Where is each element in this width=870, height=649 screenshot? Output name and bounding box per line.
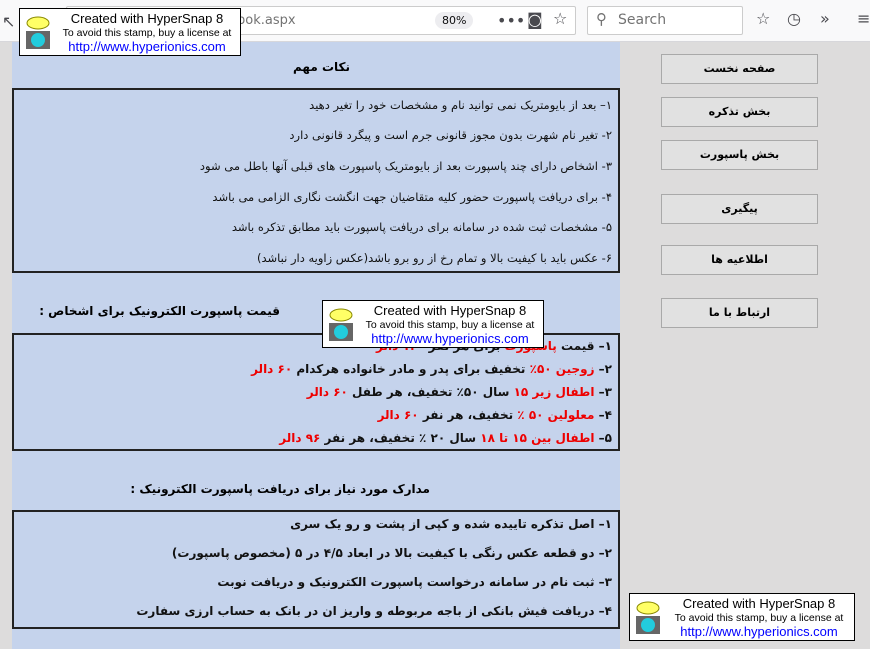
price-text: تخفیف، هر نفر	[418, 408, 518, 422]
menu-icon[interactable]: ≡	[857, 9, 870, 28]
camera-icon	[329, 308, 353, 341]
stamp-line2: To avoid this stamp, buy a license at	[365, 319, 535, 331]
stamp-link[interactable]: http://www.hyperionics.com	[666, 624, 852, 639]
pocket-icon[interactable]: ◙	[527, 10, 543, 29]
price-text: ۵–	[594, 431, 612, 445]
nav-home-button[interactable]: صفحه نخست	[661, 54, 818, 84]
overflow-icon[interactable]: »	[820, 9, 830, 28]
hypersnap-stamp: Created with HyperSnap 8 To avoid this s…	[322, 300, 544, 348]
nav-passport-button[interactable]: بخش پاسپورت	[661, 140, 818, 170]
nav-contact-button[interactable]: ارتباط با ما	[661, 298, 818, 328]
stamp-line2: To avoid this stamp, buy a license at	[62, 27, 232, 39]
stamp-link[interactable]: http://www.hyperionics.com	[56, 39, 238, 54]
document-item: ۱– اصل تذکره تاییده شده و کپی از پشت و ر…	[290, 517, 612, 531]
star-icon[interactable]: ☆	[553, 9, 567, 28]
hypersnap-stamp: Created with HyperSnap 8 To avoid this s…	[629, 593, 855, 641]
price-text: ۲–	[594, 362, 612, 376]
section1-title: نکات مهم	[293, 60, 350, 74]
price-highlight: زوجین ۵۰٪	[529, 362, 595, 376]
library-icon[interactable]: ☆	[756, 9, 770, 28]
hypersnap-stamp: Created with HyperSnap 8 To avoid this s…	[19, 8, 241, 56]
search-icon: ⚲	[596, 10, 607, 28]
price-highlight: ۶۰ دالر	[377, 408, 419, 422]
price-text: سال ۲۰ ٪ تخفیف، هر نفر	[320, 431, 481, 445]
stamp-line1: Created with HyperSnap 8	[70, 11, 224, 26]
price-text: ۴–	[594, 408, 612, 422]
price-highlight: ۹۶ دالر	[279, 431, 321, 445]
zoom-level[interactable]: 80%	[435, 12, 474, 29]
documents-box: ۱– اصل تذکره تاییده شده و کپی از پشت و ر…	[12, 510, 620, 629]
search-input[interactable]: ⚲ Search	[587, 6, 743, 35]
note-item: ۳- اشخاص دارای چند پاسپورت بعد از بایومت…	[199, 159, 612, 173]
stamp-link[interactable]: http://www.hyperionics.com	[359, 331, 541, 346]
price-text: تخفیف برای پدر و مادر خانواده هرکدام	[292, 362, 530, 376]
price-item: ۵– اطفال بین ۱۵ تا ۱۸ سال ۲۰ ٪ تخفیف، هر…	[279, 431, 612, 445]
stamp-line2: To avoid this stamp, buy a license at	[674, 612, 844, 624]
document-item: ۴– دریافت فیش بانکی از باجه مربوطه و وار…	[136, 604, 612, 618]
url-text: pok.aspx	[237, 13, 296, 28]
note-item: ۴- برای دریافت پاسپورت حضور کلیه متقاضیا…	[212, 190, 612, 204]
price-text: ۳–	[594, 385, 612, 399]
note-item: ۲- تغیر نام شهرت بدون مجوز قانونی جرم اس…	[289, 128, 612, 142]
nav-tracking-button[interactable]: پیگیری	[661, 194, 818, 224]
price-item: ۳– اطفال زیر ۱۵ سال ۵۰٪ تخفیف، هر طفل ۶۰…	[307, 385, 612, 399]
price-text: ۱– قیمت	[556, 339, 612, 353]
note-item: ۶- عکس باید با کیفیت بالا و تمام رخ از ر…	[256, 251, 612, 265]
section2-title: قیمت پاسپورت الکترونیک برای اشخاص :	[39, 304, 280, 318]
history-icon[interactable]: ◷	[787, 9, 801, 28]
camera-icon	[26, 16, 50, 49]
document-item: ۳– ثبت نام در سامانه درخواست پاسپورت الک…	[217, 575, 612, 589]
note-item: ۱– بعد از بایومتریک نمی توانید نام و مشخ…	[309, 98, 612, 112]
stamp-line1: Created with HyperSnap 8	[682, 596, 836, 611]
price-highlight: اطفال بین ۱۵ تا ۱۸	[480, 431, 595, 445]
price-highlight: معلولین ۵۰ ٪	[517, 408, 595, 422]
cursor-icon: ↖	[2, 12, 16, 31]
price-highlight: ۶۰ دالر	[251, 362, 293, 376]
stamp-line1: Created with HyperSnap 8	[373, 303, 527, 318]
nav-tazkira-button[interactable]: بخش تذکره	[661, 97, 818, 127]
section3-title: مدارک مورد نیاز برای دریافت پاسپورت الکت…	[130, 482, 430, 496]
price-item: ۲– زوجین ۵۰٪ تخفیف برای پدر و مادر خانوا…	[251, 362, 612, 376]
camera-icon	[636, 601, 660, 634]
search-placeholder: Search	[618, 12, 667, 28]
nav-announcements-button[interactable]: اطلاعیه ها	[661, 245, 818, 275]
prices-box: ۱– قیمت پاسپورت برای هر نفر ۱۲۰ دالر۲– ز…	[12, 333, 620, 451]
more-icon[interactable]: •••	[497, 11, 525, 30]
document-item: ۲– دو قطعه عکس رنگی با کیفیت بالا در ابع…	[171, 546, 612, 560]
price-text: سال ۵۰٪ تخفیف، هر طفل	[347, 385, 514, 399]
price-item: ۴– معلولین ۵۰ ٪ تخفیف، هر نفر ۶۰ دالر	[378, 408, 612, 422]
notes-box: ۱– بعد از بایومتریک نمی توانید نام و مشخ…	[12, 88, 620, 273]
price-highlight: ۶۰ دالر	[306, 385, 348, 399]
note-item: ۵- مشخصات ثبت شده در سامانه برای دریافت …	[231, 220, 612, 234]
price-highlight: اطفال زیر ۱۵	[513, 385, 595, 399]
